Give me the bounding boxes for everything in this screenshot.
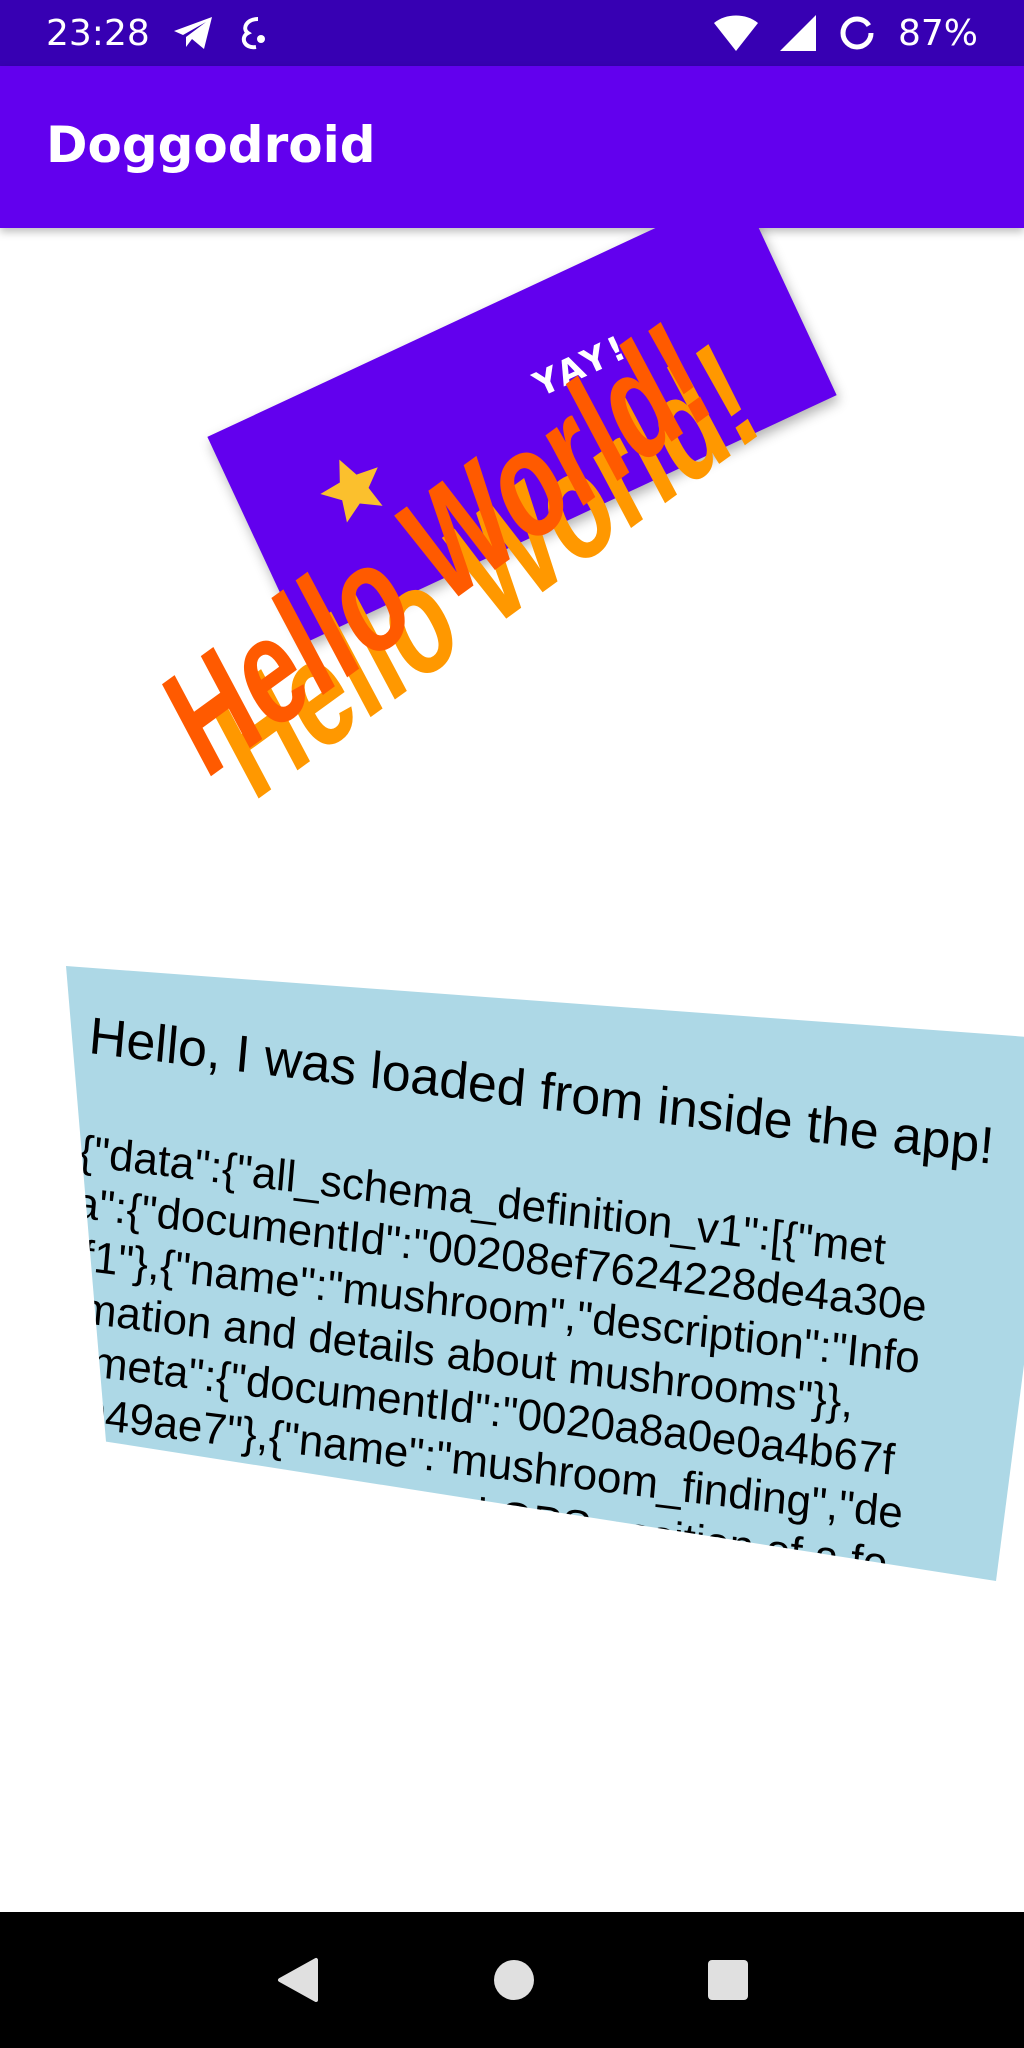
recents-icon[interactable]: [706, 1958, 750, 2002]
wifi-icon: [713, 15, 758, 51]
signal-icon: [779, 15, 816, 51]
back-icon[interactable]: [274, 1956, 322, 2004]
web-json-text: {"data":{"all_schema_definition_v1":[{"m…: [66, 1126, 929, 1589]
battery-percent: 87%: [897, 12, 978, 54]
app-bar: Doggodroid: [0, 66, 1024, 228]
web-content-card[interactable]: Hello, I was loaded from inside the app!…: [66, 966, 1024, 1589]
notification-app-icon: [236, 15, 272, 51]
battery-saver-icon: [838, 14, 876, 52]
telegram-icon: [172, 15, 214, 51]
app-title: Doggodroid: [46, 116, 376, 174]
navigation-bar: [0, 1912, 1024, 2048]
status-left: 23:28: [46, 13, 272, 54]
web-content: Hello, I was loaded from inside the app!…: [66, 1006, 1024, 1589]
main-content: YAY! Hello World! Hello World! Hello, I …: [0, 228, 1024, 1912]
status-bar: 23:28 87%: [0, 0, 1024, 66]
status-right: 87%: [713, 12, 978, 54]
status-time: 23:28: [46, 12, 150, 54]
home-icon[interactable]: [492, 1958, 536, 2002]
